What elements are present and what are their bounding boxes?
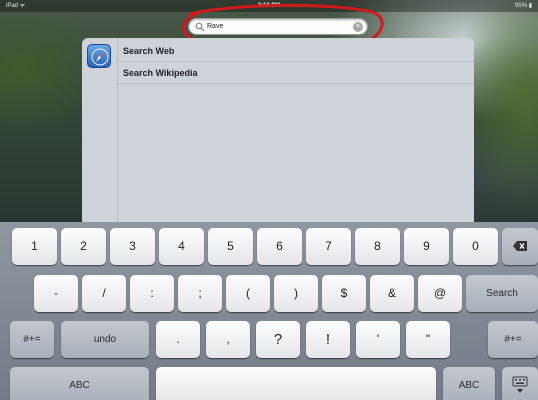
key-semicolon[interactable]: ; — [178, 275, 222, 312]
key-1[interactable]: 1 — [12, 228, 57, 265]
search-wikipedia-row[interactable]: Search Wikipedia — [118, 62, 474, 84]
key-8[interactable]: 8 — [355, 228, 400, 265]
symbols-key-right[interactable]: #+= — [488, 321, 538, 358]
key-question[interactable]: ? — [256, 321, 300, 358]
key-9[interactable]: 9 — [404, 228, 449, 265]
key-quote[interactable]: " — [406, 321, 450, 358]
key-ampersand[interactable]: & — [370, 275, 414, 312]
search-key[interactable]: Search — [466, 275, 538, 312]
key-0[interactable]: 0 — [453, 228, 498, 265]
search-suggestions-panel: Search Web Search Wikipedia — [82, 38, 474, 222]
abc-key-right[interactable]: ABC — [443, 367, 495, 400]
safari-compass-icon — [87, 44, 111, 68]
space-key[interactable] — [156, 367, 436, 400]
delete-key[interactable] — [502, 228, 538, 265]
key-slash[interactable]: / — [82, 275, 126, 312]
battery-indicator: 95% ▮ — [515, 3, 532, 9]
key-5[interactable]: 5 — [208, 228, 253, 265]
key-4[interactable]: 4 — [159, 228, 204, 265]
key-7[interactable]: 7 — [306, 228, 351, 265]
onscreen-keyboard: 1 2 3 4 5 6 7 8 9 0 - / : ; ( ) $ & @ Se… — [0, 222, 538, 400]
clock: 2:19 PM — [257, 3, 281, 9]
key-2[interactable]: 2 — [61, 228, 106, 265]
status-bar: iPad ᯤ 2:19 PM 95% ▮ — [0, 0, 538, 12]
key-dollar[interactable]: $ — [322, 275, 366, 312]
search-web-row[interactable]: Search Web — [118, 40, 474, 62]
key-open-paren[interactable]: ( — [226, 275, 270, 312]
key-exclamation[interactable]: ! — [306, 321, 350, 358]
undo-key[interactable]: undo — [61, 321, 149, 358]
search-icon — [195, 22, 205, 32]
key-close-paren[interactable]: ) — [274, 275, 318, 312]
spotlight-search-field[interactable]: × — [188, 18, 368, 35]
search-input[interactable] — [207, 20, 347, 33]
backspace-icon — [513, 241, 527, 251]
clear-text-icon[interactable]: × — [353, 22, 363, 32]
key-6[interactable]: 6 — [257, 228, 302, 265]
symbols-key-left[interactable]: #+= — [10, 321, 54, 358]
dismiss-keyboard-key[interactable] — [502, 367, 538, 400]
key-at[interactable]: @ — [418, 275, 462, 312]
key-period[interactable]: . — [156, 321, 200, 358]
key-3[interactable]: 3 — [110, 228, 155, 265]
abc-key-left[interactable]: ABC — [10, 367, 149, 400]
key-comma[interactable]: , — [206, 321, 250, 358]
key-colon[interactable]: : — [130, 275, 174, 312]
keyboard-dismiss-icon — [512, 376, 528, 393]
key-hyphen[interactable]: - — [34, 275, 78, 312]
key-apostrophe[interactable]: ' — [356, 321, 400, 358]
